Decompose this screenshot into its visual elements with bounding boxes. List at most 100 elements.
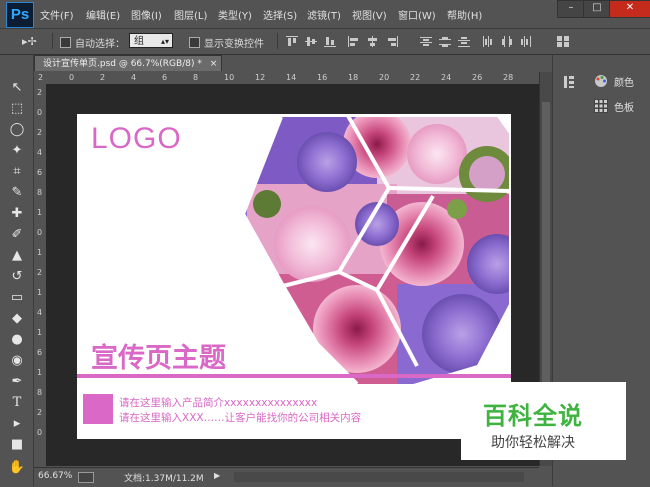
menu-window[interactable]: 窗口(W): [398, 7, 436, 22]
healing-brush-tool-icon[interactable]: ✚: [6, 205, 28, 223]
swatches-panel-label: 色板: [614, 103, 634, 114]
palette-icon: [595, 75, 607, 87]
ruler-tick-label: 0: [37, 228, 43, 237]
horizontal-scrollbar[interactable]: [234, 472, 524, 482]
close-button[interactable]: ✕: [609, 0, 650, 18]
ruler-tick-label: 1: [37, 288, 43, 297]
align-vcenter-icon[interactable]: [305, 36, 317, 47]
auto-align-icon[interactable]: [557, 36, 569, 47]
watermark: 百科全说 助你轻松解决: [461, 382, 626, 460]
marquee-tool-icon[interactable]: ⬚: [6, 100, 28, 118]
scrollbar-thumb[interactable]: [542, 102, 550, 402]
ruler-tick-label: 2: [38, 73, 44, 82]
menu-help[interactable]: 帮助(H): [447, 7, 482, 22]
align-left-icon[interactable]: [348, 36, 360, 47]
distribute-vcenter-icon[interactable]: [439, 36, 451, 47]
distribute-left-icon[interactable]: [482, 36, 494, 47]
ruler-tick-label: 6: [162, 73, 168, 82]
watermark-subtitle: 助你轻松解决: [491, 435, 575, 451]
distribute-top-icon[interactable]: [420, 36, 432, 47]
flyer-logo: LOGO: [91, 122, 182, 155]
align-bottom-icon[interactable]: [324, 36, 336, 47]
swatches-panel-tab[interactable]: 色板: [586, 95, 650, 117]
dodge-tool-icon[interactable]: ◉: [6, 352, 28, 370]
menu-layer[interactable]: 图层(L): [174, 7, 207, 22]
eraser-tool-icon[interactable]: ▭: [6, 289, 28, 307]
path-selection-tool-icon[interactable]: ▸: [6, 415, 28, 433]
status-bar: 66.67% 文档:1.37M/11.2M ▶: [34, 467, 539, 487]
menu-file[interactable]: 文件(F): [40, 7, 74, 22]
close-tab-icon[interactable]: ×: [210, 59, 218, 69]
options-bar: ▸✢ 自动选择： 组 ▴▾ 显示变换控件: [0, 29, 650, 55]
ruler-tick-label: 0: [37, 428, 43, 437]
document-tab[interactable]: 设计宣传单页.psd @ 66.7%(RGB/8) * ×: [34, 55, 222, 71]
ruler-tick-label: 1: [37, 208, 43, 217]
zoom-level[interactable]: 66.67%: [38, 471, 72, 481]
flyer-color-block: [83, 394, 113, 424]
distribute-bottom-icon[interactable]: [458, 36, 470, 47]
lasso-tool-icon[interactable]: ◯: [6, 121, 28, 139]
dropdown-arrow-icon: ▴▾: [160, 37, 169, 46]
ruler-tick-label: 2: [37, 268, 43, 277]
flyer-text-line-2: 请在这里输入XXX……让客户能找你的公司相关内容: [119, 412, 362, 424]
paint-bucket-tool-icon[interactable]: ◆: [6, 310, 28, 328]
ruler-tick-label: 4: [37, 148, 43, 157]
align-hcenter-icon[interactable]: [367, 36, 379, 47]
flyer-divider-line: [77, 374, 511, 378]
status-menu-arrow-icon[interactable]: ▶: [214, 471, 220, 480]
ruler-tick-label: 0: [37, 108, 43, 117]
ruler-tick-label: 12: [255, 73, 266, 82]
magic-wand-tool-icon[interactable]: ✦: [6, 142, 28, 160]
menu-edit[interactable]: 编辑(E): [86, 7, 120, 22]
move-tool-icon[interactable]: ↖: [6, 79, 28, 97]
hand-tool-icon[interactable]: ✋: [6, 459, 28, 477]
brush-tool-icon[interactable]: ✐: [6, 226, 28, 244]
ruler-tick-label: 16: [317, 73, 328, 82]
swatches-icon: [594, 99, 608, 113]
show-transform-label: 显示变换控件: [204, 39, 264, 50]
status-options-icon[interactable]: [78, 472, 94, 483]
pen-tool-icon[interactable]: ✒: [6, 373, 28, 391]
color-panel-label: 颜色: [614, 78, 634, 89]
color-panel-tab[interactable]: 颜色: [586, 70, 650, 92]
document-size-info: 文档:1.37M/11.2M: [124, 474, 204, 484]
ruler-tick-label: 18: [348, 73, 359, 82]
ruler-tick-label: 10: [224, 73, 235, 82]
history-brush-tool-icon[interactable]: ↺: [6, 268, 28, 286]
clone-stamp-tool-icon[interactable]: ▲: [6, 247, 28, 265]
menu-type[interactable]: 类型(Y): [218, 7, 252, 22]
show-transform-checkbox[interactable]: [189, 37, 200, 48]
minimize-button[interactable]: –: [557, 0, 585, 18]
flyer-document[interactable]: LOGO 宣传页主题 请在这里输入产品简介xxxxxxxxxxxxxxx 请在这…: [77, 114, 511, 439]
ruler-tick-label: 2: [37, 88, 43, 97]
align-right-icon[interactable]: [386, 36, 398, 47]
divider: [52, 33, 53, 49]
blur-tool-icon[interactable]: ●: [6, 331, 28, 349]
menu-view[interactable]: 视图(V): [352, 7, 387, 22]
move-tool-preset-icon[interactable]: ▸✢: [22, 35, 37, 48]
type-tool-icon[interactable]: T: [6, 394, 28, 412]
ruler-tick-label: 2: [100, 73, 106, 82]
crop-tool-icon[interactable]: ⌗: [6, 163, 28, 181]
auto-select-checkbox[interactable]: [60, 37, 71, 48]
menu-select[interactable]: 选择(S): [263, 7, 297, 22]
ruler-tick-label: 1: [37, 248, 43, 257]
auto-select-dropdown[interactable]: 组 ▴▾: [129, 33, 173, 48]
flower-hexagon-artwork: [241, 114, 511, 386]
ruler-tick-label: 22: [410, 73, 421, 82]
maximize-button[interactable]: □: [583, 0, 611, 18]
distribute-right-icon[interactable]: [520, 36, 532, 47]
ruler-tick-label: 24: [441, 73, 452, 82]
ruler-tick-label: 1: [37, 328, 43, 337]
rectangle-tool-icon[interactable]: ■: [6, 436, 28, 454]
flyer-title: 宣传页主题: [91, 343, 226, 374]
menu-filter[interactable]: 滤镜(T): [307, 7, 341, 22]
align-top-icon[interactable]: [286, 36, 298, 47]
eyedropper-tool-icon[interactable]: ✎: [6, 184, 28, 202]
menu-image[interactable]: 图像(I): [131, 7, 162, 22]
history-panel-icon[interactable]: [563, 75, 575, 89]
distribute-hcenter-icon[interactable]: [501, 36, 513, 47]
ruler-tick-label: 6: [37, 168, 43, 177]
menu-bar: Ps 文件(F) 编辑(E) 图像(I) 图层(L) 类型(Y) 选择(S) 滤…: [0, 0, 650, 29]
photoshop-logo: Ps: [6, 2, 34, 28]
